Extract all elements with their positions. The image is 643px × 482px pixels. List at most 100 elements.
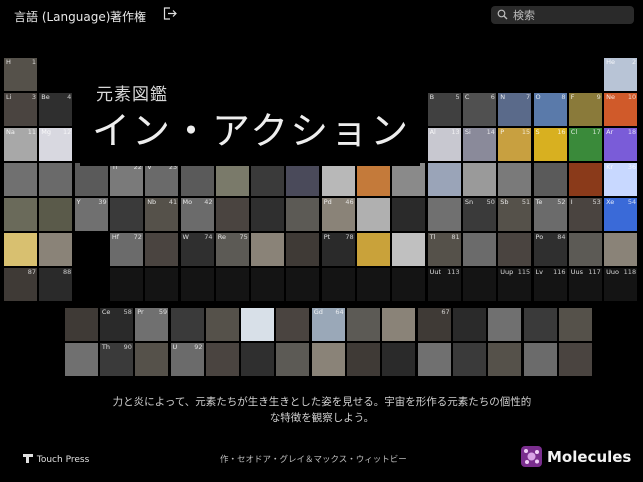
element-tile[interactable]: 84 Po — [533, 233, 567, 266]
element-tile[interactable] — [215, 268, 249, 301]
element-tile[interactable] — [321, 163, 355, 196]
element-tile[interactable]: 75 Re — [215, 233, 249, 266]
element-tile[interactable]: 88 — [39, 268, 73, 301]
element-tile[interactable] — [558, 308, 592, 341]
element-tile[interactable] — [251, 163, 285, 196]
element-tile[interactable] — [4, 198, 37, 231]
element-tile[interactable] — [286, 198, 320, 231]
element-tile[interactable] — [568, 233, 602, 266]
element-tile[interactable] — [135, 343, 169, 376]
element-tile[interactable] — [39, 198, 73, 231]
element-tile[interactable]: 39 Y — [74, 198, 108, 231]
element-tile[interactable]: 53 I — [568, 198, 602, 231]
element-tile[interactable]: 8O — [533, 93, 567, 126]
element-tile[interactable] — [241, 343, 275, 376]
element-tile[interactable] — [215, 163, 249, 196]
element-tile[interactable] — [488, 308, 522, 341]
element-tile[interactable] — [109, 268, 143, 301]
element-tile[interactable] — [392, 233, 426, 266]
element-tile[interactable] — [382, 343, 416, 376]
element-tile[interactable] — [74, 163, 108, 196]
element-tile[interactable]: 15 P — [498, 128, 532, 161]
element-tile[interactable] — [145, 268, 179, 301]
element-tile[interactable]: 64 Gd — [311, 308, 345, 341]
element-tile[interactable]: 9F — [568, 93, 602, 126]
element-tile[interactable]: 117 Uus — [568, 268, 602, 301]
element-tile[interactable] — [109, 198, 143, 231]
element-tile[interactable] — [498, 163, 532, 196]
element-tile[interactable]: 13 Al — [427, 128, 461, 161]
element-tile[interactable]: 7N — [498, 93, 532, 126]
element-tile[interactable]: 59 Pr — [135, 308, 169, 341]
element-tile[interactable]: 50 Sn — [462, 198, 496, 231]
element-tile[interactable]: 87 — [4, 268, 37, 301]
element-tile[interactable]: 12 Mg — [39, 128, 73, 161]
element-tile[interactable] — [276, 343, 310, 376]
element-tile[interactable] — [251, 268, 285, 301]
element-tile[interactable]: 51 Sb — [498, 198, 532, 231]
element-tile[interactable] — [427, 198, 461, 231]
element-tile[interactable]: 4 Be — [39, 93, 73, 126]
element-tile[interactable] — [498, 233, 532, 266]
element-tile[interactable] — [523, 343, 557, 376]
element-tile[interactable] — [462, 233, 496, 266]
element-tile[interactable] — [417, 343, 451, 376]
element-tile[interactable] — [286, 233, 320, 266]
element-tile[interactable]: 11 Na — [4, 128, 37, 161]
element-tile[interactable]: 58 Ce — [99, 308, 133, 341]
element-tile[interactable] — [357, 198, 390, 231]
element-tile[interactable] — [311, 343, 345, 376]
language-button[interactable]: 言語 (Language) — [14, 8, 110, 25]
element-tile[interactable] — [357, 233, 390, 266]
element-tile[interactable] — [392, 163, 426, 196]
element-tile[interactable]: 36 Kr — [604, 163, 638, 196]
element-tile[interactable] — [4, 233, 37, 266]
element-tile[interactable] — [347, 343, 380, 376]
element-tile[interactable]: 78 Pt — [321, 233, 355, 266]
element-tile[interactable] — [558, 343, 592, 376]
element-tile[interactable] — [347, 308, 380, 341]
element-tile[interactable] — [241, 308, 275, 341]
element-tile[interactable]: 23 V — [145, 163, 179, 196]
element-tile[interactable] — [276, 308, 310, 341]
element-tile[interactable]: 52 Te — [533, 198, 567, 231]
element-tile[interactable] — [64, 308, 98, 341]
element-tile[interactable] — [286, 268, 320, 301]
element-tile[interactable] — [462, 163, 496, 196]
element-tile[interactable] — [357, 163, 390, 196]
element-tile[interactable]: 113 Uut — [427, 268, 461, 301]
element-tile[interactable] — [251, 198, 285, 231]
element-tile[interactable]: 6C — [462, 93, 496, 126]
element-tile[interactable] — [180, 163, 214, 196]
element-tile[interactable] — [604, 233, 638, 266]
logout-icon[interactable] — [163, 7, 177, 23]
element-tile[interactable] — [392, 268, 426, 301]
element-tile[interactable]: 16 S — [533, 128, 567, 161]
element-tile[interactable]: 115 Uup — [498, 268, 532, 301]
element-tile[interactable]: 90 Th — [99, 343, 133, 376]
element-tile[interactable]: 5B — [427, 93, 461, 126]
element-tile[interactable] — [488, 343, 522, 376]
element-tile[interactable]: 41 Nb — [145, 198, 179, 231]
element-tile[interactable]: 42 Mo — [180, 198, 214, 231]
element-tile[interactable]: 81 Tl — [427, 233, 461, 266]
element-tile[interactable] — [382, 308, 416, 341]
element-tile[interactable]: 72 Hf — [109, 233, 143, 266]
element-tile[interactable]: 1H — [4, 58, 37, 91]
element-tile[interactable] — [145, 233, 179, 266]
element-tile[interactable] — [170, 308, 204, 341]
element-tile[interactable] — [523, 308, 557, 341]
element-tile[interactable]: 2 He — [604, 58, 638, 91]
element-tile[interactable] — [533, 163, 567, 196]
element-tile[interactable] — [357, 268, 390, 301]
element-tile[interactable] — [205, 308, 239, 341]
element-tile[interactable]: 54 Xe — [604, 198, 638, 231]
element-tile[interactable] — [462, 268, 496, 301]
element-tile[interactable] — [39, 233, 73, 266]
element-tile[interactable] — [4, 163, 37, 196]
element-tile[interactable] — [180, 268, 214, 301]
element-tile[interactable]: 116 Lv — [533, 268, 567, 301]
element-tile[interactable] — [215, 198, 249, 231]
element-tile[interactable]: 14 Si — [462, 128, 496, 161]
element-tile[interactable]: 17 Cl — [568, 128, 602, 161]
